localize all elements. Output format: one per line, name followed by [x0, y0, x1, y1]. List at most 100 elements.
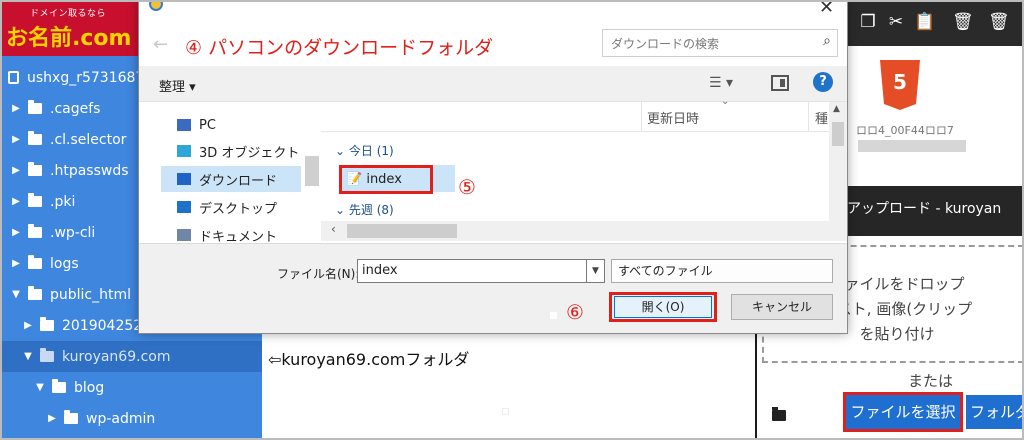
chevron-up-icon: ⌄ [721, 96, 730, 107]
nav-item-label: ドキュメント [199, 229, 278, 245]
file-item-label: index [366, 172, 402, 187]
open-button[interactable]: 開く(O) [609, 292, 717, 322]
preview-pane-icon[interactable] [771, 75, 789, 91]
step4-annotation: ④ パソコンのダウンロードフォルダ [185, 37, 494, 59]
logo-tagline: ドメイン取るなら [30, 9, 107, 19]
chrome-icon [149, 0, 163, 11]
folder-icon [772, 407, 786, 421]
choose-file-button[interactable]: ファイルを選択 [843, 392, 963, 432]
step6-annotation: ⑥ [566, 300, 584, 324]
chevron-down-icon: ⌄ [335, 144, 349, 158]
open-file-dialog: ✕ ← ④ パソコンのダウンロードフォルダ ダウンロードの検索 ⌕ 整理 ▾ ☰… [138, 0, 848, 334]
column-divider[interactable] [808, 102, 809, 132]
column-type[interactable]: 種 [815, 108, 828, 127]
filename-label: ファイル名(N): [277, 267, 360, 281]
or-label: または [908, 372, 954, 390]
caret-right-icon[interactable]: ▶ [10, 103, 22, 114]
focus-ring [614, 296, 712, 318]
caret-right-icon[interactable]: ▶ [10, 165, 22, 176]
help-icon[interactable]: ? [813, 72, 833, 92]
caret-down-icon[interactable]: ▼ [22, 351, 34, 362]
tree-item-label: .pki [50, 193, 76, 210]
nav-item[interactable]: 3D オブジェクト [161, 138, 301, 164]
trash-all-icon[interactable]: 🗑 [988, 12, 1010, 32]
file-item-index[interactable]: 📝 index [339, 165, 433, 194]
caret-down-icon[interactable]: ▼ [34, 382, 46, 393]
caret-down-icon[interactable]: ▼ [10, 289, 22, 300]
folder-icon [28, 131, 42, 145]
search-input[interactable]: ダウンロードの検索 ⌕ [602, 29, 838, 57]
folder-annotation: ⇦kuroyan69.comフォルダ [268, 350, 470, 369]
html5-file-icon[interactable]: 5 [880, 60, 920, 110]
command-bar: 整理 ▾ ☰ ▾ ? [139, 66, 847, 102]
tree-item-label: logs [50, 255, 79, 272]
column-date-modified[interactable]: 更新日時 [647, 108, 699, 127]
dialog-footer: ファイル名(N): index ▼ すべてのファイル 開く(O) キャンセル [139, 243, 847, 333]
group-last-week-label: 先週 (8) [348, 203, 394, 217]
document-icon [177, 229, 191, 241]
nav-item-label: デスクトップ [199, 201, 278, 217]
cancel-button[interactable]: キャンセル [731, 294, 833, 320]
vertical-scrollbar[interactable]: ▲ [829, 102, 847, 222]
back-arrow-icon[interactable]: ← [153, 34, 168, 55]
chevron-down-icon: ⌄ [335, 203, 349, 217]
cut-icon[interactable]: ✂ [886, 12, 906, 32]
nav-item-label: 3D オブジェクト [199, 145, 300, 161]
organize-button[interactable]: 整理 ▾ [159, 76, 196, 95]
text-file-icon: 📝 [346, 172, 363, 187]
filename-input[interactable]: index [357, 259, 587, 283]
chevron-down-icon[interactable]: ▼ [587, 259, 605, 283]
column-divider[interactable] [641, 102, 642, 132]
horizontal-scrollbar[interactable]: ‹ [321, 221, 847, 241]
scroll-up-icon[interactable]: ▲ [833, 104, 840, 114]
nav-item-label: PC [199, 117, 216, 133]
paste-icon[interactable]: 📋 [914, 12, 935, 32]
search-placeholder: ダウンロードの検索 [611, 37, 720, 51]
scrollbar-thumb[interactable] [347, 224, 457, 238]
nav-scrollbar-thumb[interactable] [305, 156, 319, 186]
nav-item[interactable]: デスクトップ [161, 194, 301, 220]
file-toolbar: ❐ ✂ 📋 🗑 🗑 [848, 0, 1024, 46]
folder-icon [28, 224, 42, 238]
trash-icon[interactable]: 🗑 [952, 12, 974, 32]
onamae-logo: ドメイン取るなら お名前.com [0, 0, 140, 56]
caret-right-icon[interactable]: ▶ [10, 258, 22, 269]
group-header-last-week[interactable]: ⌄ 先週 (8) [335, 201, 394, 218]
copy-icon[interactable]: ❐ [858, 12, 878, 32]
tree-item-label: .htpasswds [50, 162, 129, 179]
column-header: ⌄ 更新日時 種 [321, 96, 847, 132]
group-today-label: 今日 (1) [348, 144, 394, 158]
download-icon [177, 173, 191, 185]
tree-item-label: .cagefs [50, 100, 101, 117]
search-icon[interactable]: ⌕ [823, 33, 831, 49]
folder-icon [40, 317, 54, 331]
folder-icon [52, 379, 66, 393]
nav-item-label: ダウンロード [199, 173, 278, 189]
folder-icon [40, 348, 54, 362]
tree-item[interactable]: ▼ blog [0, 372, 262, 403]
tree-item-label: wp-admin [86, 410, 156, 427]
choose-folder-button[interactable]: フォルダ [966, 395, 1024, 429]
group-header-today[interactable]: ⌄ 今日 (1) [335, 142, 394, 159]
caret-right-icon[interactable]: ▶ [10, 227, 22, 238]
file-type-filter[interactable]: すべてのファイル [611, 259, 833, 283]
folder-icon [28, 100, 42, 114]
upload-dialog-title: アップロード - kuroyan [835, 186, 1024, 236]
server-icon [8, 71, 19, 84]
decorative-square [550, 312, 557, 319]
tree-item-label: ushxg_r5731687 [27, 69, 145, 86]
close-icon[interactable]: ✕ [819, 0, 834, 18]
tree-item[interactable]: ▶ wp-admin [0, 403, 262, 434]
caret-right-icon[interactable]: ▶ [10, 134, 22, 145]
nav-item[interactable]: PC [161, 112, 301, 138]
caret-right-icon[interactable]: ▶ [46, 413, 58, 424]
navigation-pane: PC 3D オブジェクト ダウンロード デスクトップ ドキュメント [139, 102, 321, 245]
view-options-icon[interactable]: ☰ ▾ [709, 75, 733, 91]
nav-item[interactable]: ダウンロード [161, 166, 301, 192]
tree-item[interactable]: ▼ kuroyan69.com [0, 341, 262, 372]
caret-right-icon[interactable]: ▶ [10, 196, 22, 207]
selected-row-highlight [433, 165, 455, 192]
caret-right-icon[interactable]: ▶ [22, 320, 34, 331]
scrollbar-thumb[interactable] [832, 122, 844, 146]
scroll-left-icon[interactable]: ‹ [331, 222, 336, 236]
